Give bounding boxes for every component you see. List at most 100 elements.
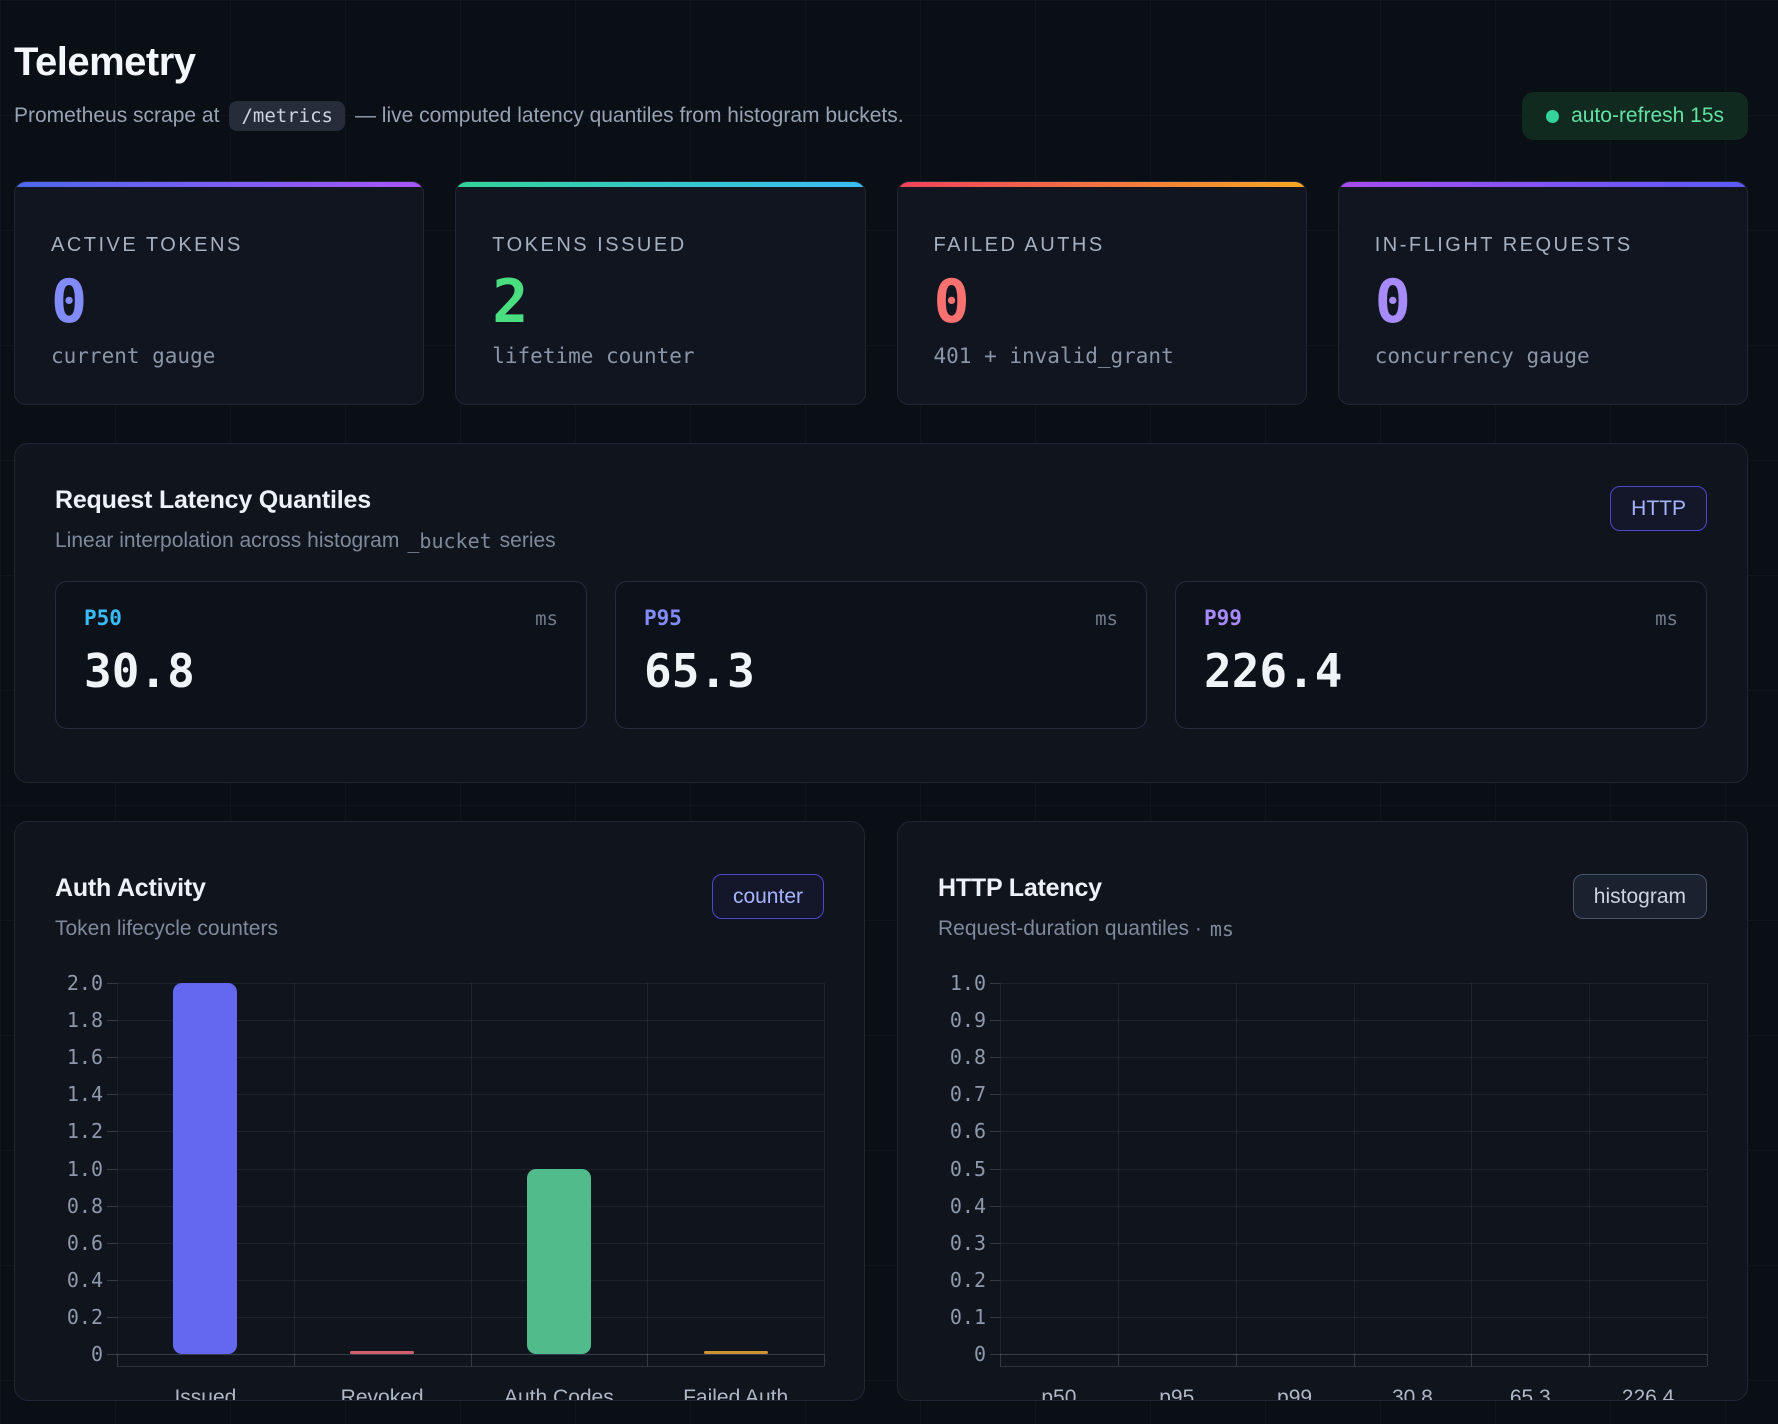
quantile-card-row: P50 ms 30.8 P95 ms 65.3 P99 ms 226.4 — [55, 581, 1707, 729]
page-subtitle: Prometheus scrape at /metrics — live com… — [14, 101, 1748, 131]
y-axis: 00.10.20.30.40.50.60.70.80.91.0 — [898, 983, 986, 1354]
y-tick-mark — [990, 1280, 1000, 1281]
y-tick-mark — [107, 1057, 117, 1058]
quantile-card-p99: P99 ms 226.4 — [1175, 581, 1707, 729]
auth-activity-panel: Auth Activity Token lifecycle counters c… — [14, 821, 865, 1401]
gridline-vertical — [647, 983, 648, 1354]
y-tick-mark — [990, 1243, 1000, 1244]
x-axis-border — [1000, 1366, 1707, 1367]
panel-title: Auth Activity — [55, 874, 278, 903]
quantile-label: P50 — [84, 606, 122, 630]
quantile-card-header: P99 ms — [1204, 606, 1678, 630]
y-tick-mark — [990, 1317, 1000, 1318]
panel-header: Auth Activity Token lifecycle counters c… — [55, 874, 824, 941]
chart-bar-revoked[interactable] — [350, 1351, 414, 1354]
y-tick-mark — [990, 983, 1000, 984]
gridline-vertical — [1589, 983, 1590, 1354]
y-tick-label: 0.2 — [67, 1305, 103, 1329]
stat-subtext: lifetime counter — [492, 344, 828, 368]
latency-quantiles-panel: Request Latency Quantiles Linear interpo… — [14, 443, 1748, 783]
gridline-vertical — [1354, 983, 1355, 1354]
y-tick-mark — [990, 1020, 1000, 1021]
y-tick-label: 0.6 — [950, 1119, 986, 1143]
auto-refresh-badge: auto-refresh 15s — [1522, 92, 1748, 140]
gridline-vertical — [1707, 983, 1708, 1354]
y-tick-mark — [107, 1094, 117, 1095]
zero-baseline — [1000, 1354, 1707, 1355]
x-tick-mark — [117, 1354, 118, 1366]
stat-subtext: concurrency gauge — [1375, 344, 1711, 368]
y-tick-label: 0.1 — [950, 1305, 986, 1329]
quantile-unit: ms — [1095, 608, 1118, 630]
page-title: Telemetry — [14, 40, 1748, 85]
chart-bar-failed-auth[interactable] — [704, 1351, 768, 1354]
status-dot-icon — [1546, 110, 1559, 123]
stat-value: 2 — [492, 271, 828, 334]
chart-bar-issued[interactable] — [173, 983, 237, 1354]
panel-header: Request Latency Quantiles Linear interpo… — [55, 486, 1707, 553]
page-header: Telemetry Prometheus scrape at /metrics … — [14, 0, 1748, 131]
quantile-card-p50: P50 ms 30.8 — [55, 581, 587, 729]
x-category-label: p95 — [1159, 1386, 1194, 1401]
y-tick-label: 1.2 — [67, 1119, 103, 1143]
panel-header-text: HTTP Latency Request-duration quantiles … — [938, 874, 1234, 941]
plot-area — [1000, 983, 1707, 1354]
stat-card-tokens-issued: TOKENS ISSUED 2 lifetime counter — [455, 181, 865, 405]
x-category-label: 226.4 — [1622, 1386, 1675, 1401]
stat-label: TOKENS ISSUED — [492, 234, 828, 257]
x-category-label: Failed Auth — [683, 1386, 788, 1401]
y-tick-mark — [990, 1094, 1000, 1095]
panel-subtitle: Request-duration quantiles · ms — [938, 917, 1234, 941]
y-tick-label: 0.2 — [950, 1268, 986, 1292]
y-tick-label: 0.8 — [950, 1045, 986, 1069]
subtitle-suffix: series — [500, 529, 556, 553]
y-tick-mark — [107, 1169, 117, 1170]
gridline-vertical — [1471, 983, 1472, 1354]
stat-subtext: 401 + invalid_grant — [934, 344, 1270, 368]
y-tick-label: 0.7 — [950, 1082, 986, 1106]
y-tick-label: 1.0 — [950, 971, 986, 995]
y-tick-mark — [990, 1206, 1000, 1207]
y-tick-mark — [990, 1057, 1000, 1058]
y-tick-label: 0.9 — [950, 1008, 986, 1032]
y-tick-label: 0.8 — [67, 1194, 103, 1218]
x-tick-mark — [1589, 1354, 1590, 1366]
quantile-value: 65.3 — [644, 644, 1118, 698]
subtitle-suffix: — live computed latency quantiles from h… — [355, 104, 904, 128]
plot-area — [117, 983, 824, 1354]
quantile-unit: ms — [535, 608, 558, 630]
gridline-vertical — [471, 983, 472, 1354]
y-tick-mark — [107, 1243, 117, 1244]
x-tick-mark — [1354, 1354, 1355, 1366]
panel-header: HTTP Latency Request-duration quantiles … — [938, 874, 1707, 941]
x-category-label: Revoked — [341, 1386, 424, 1401]
stat-label: FAILED AUTHS — [934, 234, 1270, 257]
stat-label: ACTIVE TOKENS — [51, 234, 387, 257]
y-tick-label: 2.0 — [67, 971, 103, 995]
x-category-label: Auth Codes — [504, 1386, 614, 1401]
y-tick-label: 0.6 — [67, 1231, 103, 1255]
ms-unit-code: ms — [1210, 917, 1234, 941]
counter-badge: counter — [712, 874, 824, 919]
chart-bar-auth-codes[interactable] — [527, 1169, 591, 1355]
y-tick-mark — [107, 983, 117, 984]
telemetry-page: Telemetry Prometheus scrape at /metrics … — [0, 0, 1778, 1424]
y-tick-mark — [107, 1354, 117, 1355]
subtitle-prefix: Prometheus scrape at — [14, 104, 219, 128]
gridline-vertical — [1236, 983, 1237, 1354]
panel-title: Request Latency Quantiles — [55, 486, 556, 515]
y-axis: 00.20.40.60.81.01.21.41.61.82.0 — [15, 983, 103, 1354]
subtitle-prefix: Request-duration quantiles · — [938, 917, 1202, 941]
y-tick-mark — [990, 1169, 1000, 1170]
y-tick-mark — [107, 1131, 117, 1132]
gridline-vertical — [117, 983, 118, 1354]
panel-subtitle: Linear interpolation across histogram _b… — [55, 529, 556, 553]
y-tick-label: 0 — [974, 1342, 986, 1366]
stat-card-active-tokens: ACTIVE TOKENS 0 current gauge — [14, 181, 424, 405]
y-tick-label: 0.3 — [950, 1231, 986, 1255]
x-tick-mark — [1707, 1354, 1708, 1366]
stat-card-inflight-requests: IN-FLIGHT REQUESTS 0 concurrency gauge — [1338, 181, 1748, 405]
x-tick-mark — [824, 1354, 825, 1366]
stat-value: 0 — [934, 271, 1270, 334]
quantile-label: P99 — [1204, 606, 1242, 630]
